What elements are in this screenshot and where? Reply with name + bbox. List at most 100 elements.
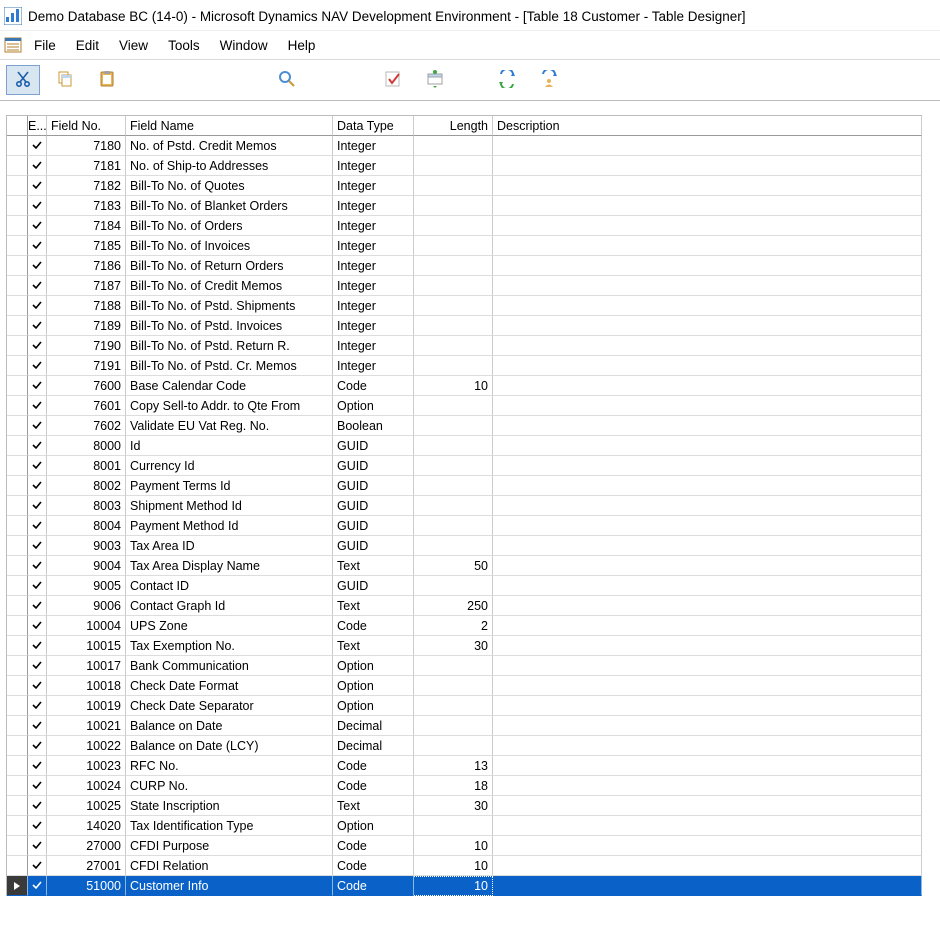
cell-data-type[interactable]: Integer	[333, 216, 414, 236]
cell-enabled[interactable]	[28, 876, 47, 896]
table-row[interactable]: 51000Customer InfoCode10	[7, 876, 922, 896]
cell-enabled[interactable]	[28, 636, 47, 656]
cell-description[interactable]	[493, 556, 922, 576]
find-button[interactable]	[270, 65, 304, 95]
cell-data-type[interactable]: Code	[333, 836, 414, 856]
cell-data-type[interactable]: Code	[333, 876, 414, 896]
cell-field-name[interactable]: CFDI Purpose	[126, 836, 333, 856]
cell-description[interactable]	[493, 156, 922, 176]
table-row[interactable]: 10018Check Date FormatOption	[7, 676, 922, 696]
cell-field-name[interactable]: Check Date Format	[126, 676, 333, 696]
row-selector[interactable]	[7, 716, 28, 736]
table-row[interactable]: 10023RFC No.Code13	[7, 756, 922, 776]
table-row[interactable]: 7186Bill-To No. of Return OrdersInteger	[7, 256, 922, 276]
cell-data-type[interactable]: GUID	[333, 456, 414, 476]
cell-description[interactable]	[493, 616, 922, 636]
cell-length[interactable]	[414, 656, 493, 676]
cell-length[interactable]	[414, 456, 493, 476]
cell-length[interactable]	[414, 156, 493, 176]
table-row[interactable]: 7189Bill-To No. of Pstd. InvoicesInteger	[7, 316, 922, 336]
cell-length[interactable]	[414, 176, 493, 196]
cell-length[interactable]: 10	[414, 836, 493, 856]
table-row[interactable]: 7185Bill-To No. of InvoicesInteger	[7, 236, 922, 256]
col-data-type[interactable]: Data Type	[333, 116, 414, 136]
table-row[interactable]: 7188Bill-To No. of Pstd. ShipmentsIntege…	[7, 296, 922, 316]
cell-length[interactable]	[414, 216, 493, 236]
cell-length[interactable]: 30	[414, 796, 493, 816]
force-sync-button[interactable]	[532, 65, 566, 95]
row-selector[interactable]	[7, 476, 28, 496]
cell-field-name[interactable]: Tax Area ID	[126, 536, 333, 556]
cell-field-no[interactable]: 10019	[47, 696, 126, 716]
table-row[interactable]: 10021Balance on DateDecimal	[7, 716, 922, 736]
cell-enabled[interactable]	[28, 236, 47, 256]
menu-window[interactable]: Window	[212, 35, 276, 56]
cell-field-name[interactable]: No. of Ship-to Addresses	[126, 156, 333, 176]
table-row[interactable]: 10025State InscriptionText30	[7, 796, 922, 816]
cell-field-name[interactable]: Shipment Method Id	[126, 496, 333, 516]
cell-length[interactable]	[414, 696, 493, 716]
row-selector[interactable]	[7, 776, 28, 796]
table-row[interactable]: 7187Bill-To No. of Credit MemosInteger	[7, 276, 922, 296]
cell-field-no[interactable]: 7190	[47, 336, 126, 356]
cell-data-type[interactable]: Option	[333, 676, 414, 696]
cell-description[interactable]	[493, 736, 922, 756]
cell-field-no[interactable]: 7180	[47, 136, 126, 156]
row-selector[interactable]	[7, 196, 28, 216]
cell-field-no[interactable]: 51000	[47, 876, 126, 896]
cell-enabled[interactable]	[28, 576, 47, 596]
cell-data-type[interactable]: Option	[333, 816, 414, 836]
cell-description[interactable]	[493, 776, 922, 796]
menu-edit[interactable]: Edit	[68, 35, 107, 56]
table-row[interactable]: 9006Contact Graph IdText250	[7, 596, 922, 616]
table-row[interactable]: 10019Check Date SeparatorOption	[7, 696, 922, 716]
cell-length[interactable]: 13	[414, 756, 493, 776]
cell-description[interactable]	[493, 316, 922, 336]
cell-enabled[interactable]	[28, 716, 47, 736]
cell-description[interactable]	[493, 436, 922, 456]
cell-field-no[interactable]: 10015	[47, 636, 126, 656]
table-row[interactable]: 10022Balance on Date (LCY)Decimal	[7, 736, 922, 756]
row-selector[interactable]	[7, 576, 28, 596]
cell-length[interactable]	[414, 296, 493, 316]
cell-data-type[interactable]: Integer	[333, 136, 414, 156]
cell-data-type[interactable]: Boolean	[333, 416, 414, 436]
table-row[interactable]: 10017Bank CommunicationOption	[7, 656, 922, 676]
cell-data-type[interactable]: Text	[333, 596, 414, 616]
cell-enabled[interactable]	[28, 256, 47, 276]
cell-length[interactable]	[414, 516, 493, 536]
cell-field-name[interactable]: Bill-To No. of Quotes	[126, 176, 333, 196]
cell-data-type[interactable]: Integer	[333, 256, 414, 276]
cell-description[interactable]	[493, 196, 922, 216]
cell-field-name[interactable]: Currency Id	[126, 456, 333, 476]
cell-length[interactable]	[414, 476, 493, 496]
cell-description[interactable]	[493, 336, 922, 356]
cell-field-name[interactable]: Bill-To No. of Invoices	[126, 236, 333, 256]
cell-field-name[interactable]: Id	[126, 436, 333, 456]
row-selector[interactable]	[7, 516, 28, 536]
cell-data-type[interactable]: GUID	[333, 536, 414, 556]
row-selector[interactable]	[7, 656, 28, 676]
cell-data-type[interactable]: Integer	[333, 176, 414, 196]
cell-length[interactable]	[414, 736, 493, 756]
cell-field-no[interactable]: 27000	[47, 836, 126, 856]
menu-tools[interactable]: Tools	[160, 35, 208, 56]
cell-description[interactable]	[493, 596, 922, 616]
control-menu-icon[interactable]	[4, 36, 22, 54]
cell-field-no[interactable]: 9006	[47, 596, 126, 616]
cell-length[interactable]	[414, 536, 493, 556]
cell-enabled[interactable]	[28, 496, 47, 516]
row-selector[interactable]	[7, 336, 28, 356]
cell-field-no[interactable]: 8000	[47, 436, 126, 456]
cell-field-name[interactable]: Payment Method Id	[126, 516, 333, 536]
row-selector[interactable]	[7, 836, 28, 856]
cell-data-type[interactable]: Integer	[333, 196, 414, 216]
row-selector[interactable]	[7, 856, 28, 876]
cell-enabled[interactable]	[28, 476, 47, 496]
cell-enabled[interactable]	[28, 816, 47, 836]
cell-description[interactable]	[493, 276, 922, 296]
table-row[interactable]: 7182Bill-To No. of QuotesInteger	[7, 176, 922, 196]
cell-length[interactable]	[414, 816, 493, 836]
cell-field-no[interactable]: 27001	[47, 856, 126, 876]
cell-data-type[interactable]: Code	[333, 776, 414, 796]
